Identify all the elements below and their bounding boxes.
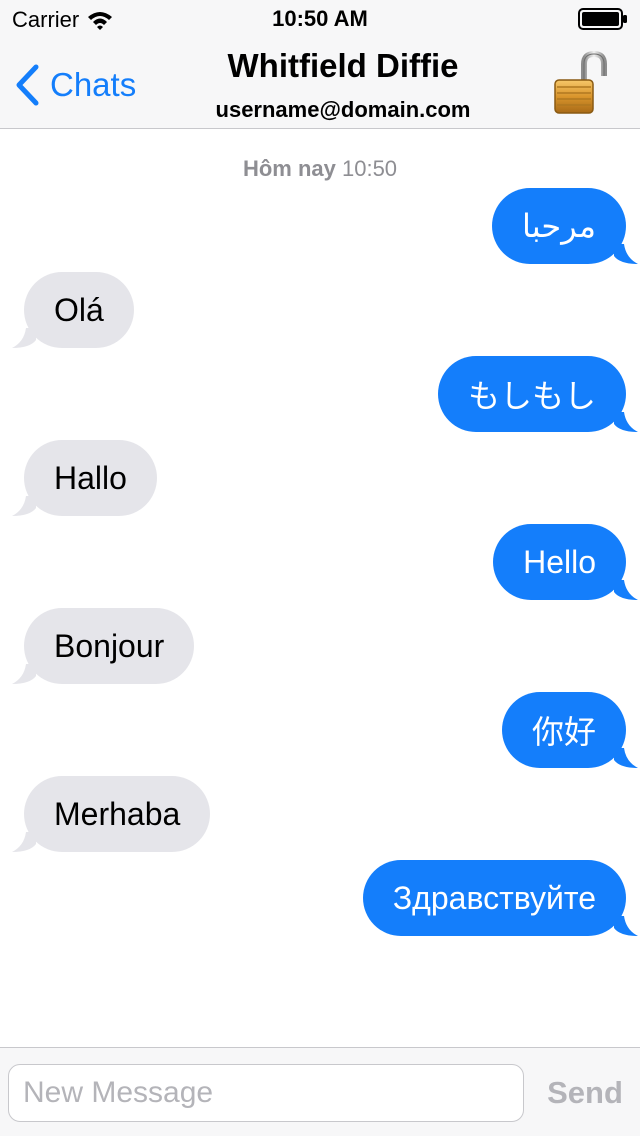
- incoming-message[interactable]: Bonjour: [12, 608, 195, 684]
- new-message-input[interactable]: [8, 1064, 524, 1122]
- chat-screen: Carrier 10:50 AM Chats Whitfield Diffie …: [0, 0, 640, 1136]
- bubble-tail: [12, 496, 36, 516]
- navigation-bar: Carrier 10:50 AM Chats Whitfield Diffie …: [0, 0, 640, 129]
- send-button[interactable]: Send: [530, 1064, 640, 1122]
- outgoing-message[interactable]: Hello: [493, 524, 638, 600]
- contact-address: username@domain.com: [215, 97, 471, 122]
- bubble-tail: [614, 916, 638, 936]
- conversation-timestamp: Hôm nay 10:50: [0, 156, 640, 182]
- encryption-lock-button[interactable]: [552, 50, 612, 116]
- unlocked-padlock-icon: [554, 50, 607, 114]
- incoming-message[interactable]: Merhaba: [12, 776, 211, 852]
- bubble-tail: [12, 664, 36, 684]
- message-text: Bonjour: [54, 627, 165, 664]
- outgoing-message[interactable]: 你好: [501, 692, 638, 768]
- battery-icon: [578, 8, 627, 30]
- incoming-message[interactable]: Hallo: [12, 440, 157, 516]
- outgoing-message[interactable]: مرحبا: [492, 188, 638, 264]
- message-text: Hallo: [54, 459, 127, 496]
- status-time: 10:50 AM: [272, 6, 368, 31]
- bubble-tail: [614, 244, 638, 264]
- timestamp-time: 10:50: [341, 156, 398, 181]
- bubble-tail: [12, 832, 36, 852]
- outgoing-message[interactable]: もしもし: [437, 356, 638, 432]
- message-text: Olá: [54, 291, 104, 328]
- message-text: 你好: [531, 714, 596, 750]
- message-text: もしもし: [467, 378, 596, 414]
- bubble-tail: [614, 412, 638, 432]
- message-text: Hello: [523, 543, 596, 580]
- message-text: Здравствуйте: [392, 879, 596, 916]
- bubble-tail: [614, 580, 638, 600]
- bubble-tail: [614, 748, 638, 768]
- outgoing-message[interactable]: Здравствуйте: [362, 860, 638, 936]
- bubble-tail: [12, 328, 36, 348]
- contact-name: Whitfield Diffie: [227, 47, 459, 84]
- message-text: مرحبا: [522, 208, 596, 244]
- message-composer: Send: [0, 1047, 640, 1136]
- incoming-message[interactable]: Olá: [12, 272, 134, 348]
- timestamp-day: Hôm nay: [242, 156, 336, 181]
- message-text: Merhaba: [54, 795, 181, 832]
